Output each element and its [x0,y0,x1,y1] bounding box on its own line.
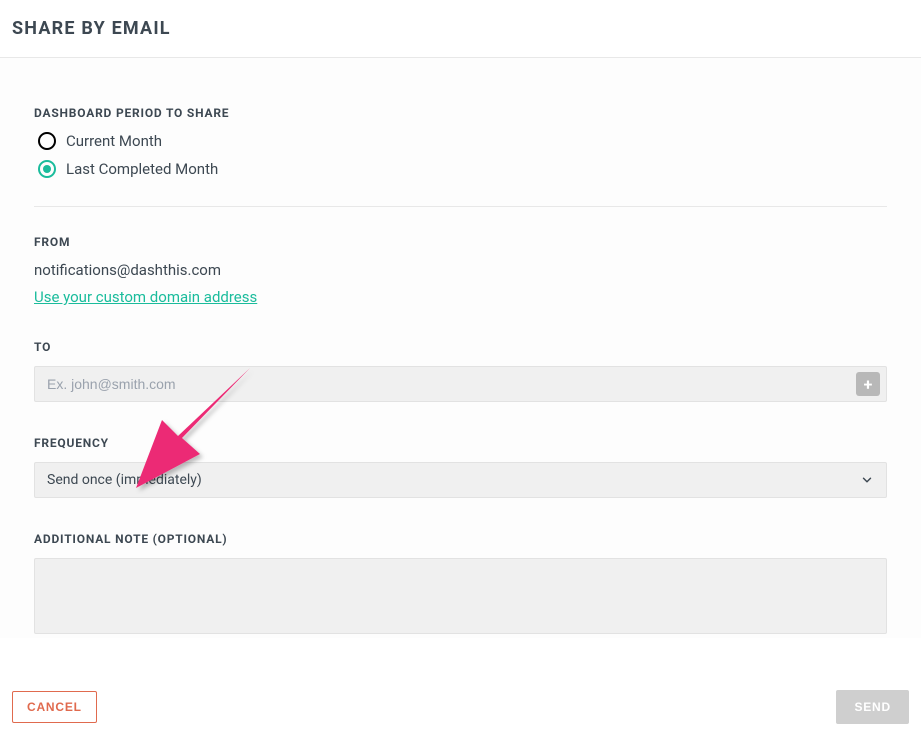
to-email-input[interactable] [35,367,856,401]
note-label: ADDITIONAL NOTE (OPTIONAL) [34,532,887,546]
to-section: TO + [34,340,887,402]
modal-header: SHARE BY EMAIL [0,0,921,58]
chevron-down-icon [860,473,874,487]
plus-icon: + [864,375,873,394]
custom-domain-link[interactable]: Use your custom domain address [34,288,257,306]
to-label: TO [34,340,887,354]
to-input-row: + [34,366,887,402]
note-textarea[interactable] [34,558,887,634]
cancel-button[interactable]: CANCEL [12,691,97,723]
modal-content: DASHBOARD PERIOD TO SHARE Current Month … [0,58,921,638]
radio-label: Current Month [66,132,162,150]
send-button[interactable]: SEND [836,690,909,724]
note-section: ADDITIONAL NOTE (OPTIONAL) [34,532,887,638]
radio-label: Last Completed Month [66,160,218,178]
frequency-label: FREQUENCY [34,436,887,450]
period-radio-group: Current Month Last Completed Month [34,132,887,178]
divider [34,206,887,207]
period-label: DASHBOARD PERIOD TO SHARE [34,106,887,120]
add-recipient-button[interactable]: + [856,372,880,396]
modal-footer: CANCEL SEND [0,677,921,737]
radio-last-completed-month[interactable]: Last Completed Month [34,160,887,178]
frequency-select[interactable]: Send once (immediately) [34,462,887,498]
modal-title: SHARE BY EMAIL [12,18,909,39]
radio-current-month[interactable]: Current Month [34,132,887,150]
frequency-section: FREQUENCY Send once (immediately) [34,436,887,498]
radio-icon [38,132,56,150]
frequency-value: Send once (immediately) [47,472,860,488]
from-label: FROM [34,235,887,249]
from-email-value: notifications@dashthis.com [34,261,887,279]
radio-icon [38,160,56,178]
from-section: FROM notifications@dashthis.com Use your… [34,235,887,306]
